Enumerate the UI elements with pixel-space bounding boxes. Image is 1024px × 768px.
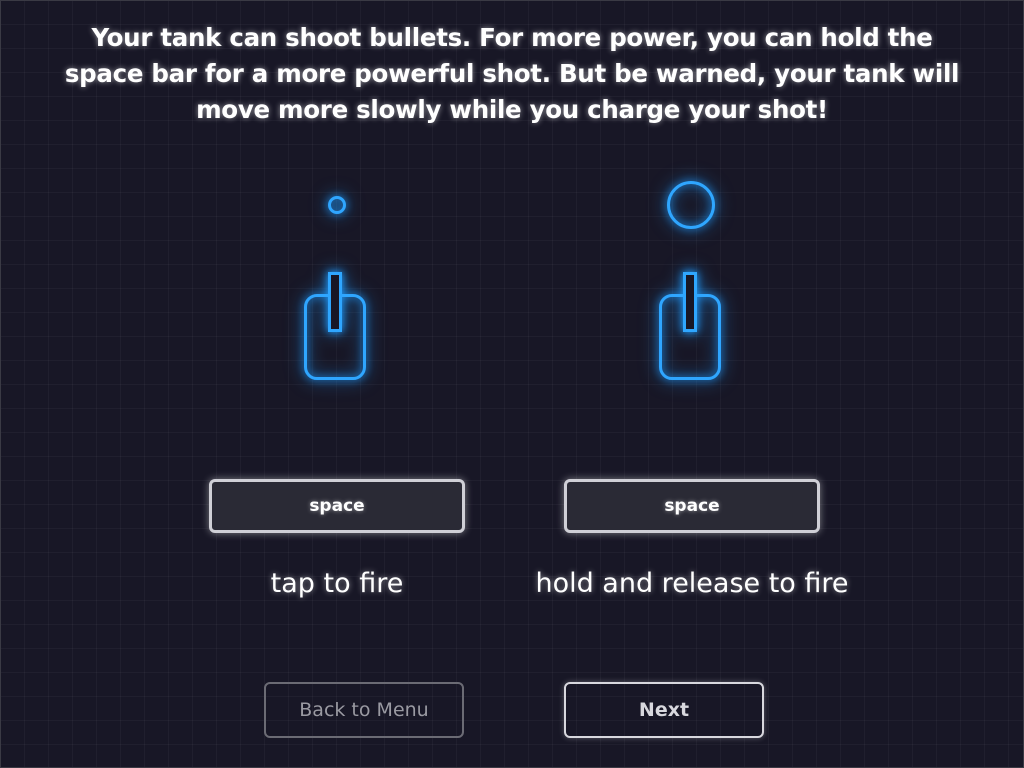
next-button[interactable]: Next bbox=[564, 682, 764, 738]
space-key-hold: space bbox=[564, 479, 820, 533]
small-bullet-icon bbox=[328, 196, 346, 214]
instructions-text: Your tank can shoot bullets. For more po… bbox=[64, 23, 960, 124]
caption-hold-and-release: hold and release to fire bbox=[535, 568, 849, 599]
large-bullet-icon bbox=[667, 181, 715, 229]
tank-icon bbox=[659, 272, 721, 382]
tank-barrel bbox=[328, 272, 342, 332]
tank-barrel bbox=[683, 272, 697, 332]
caption-tap-to-fire: tap to fire bbox=[270, 568, 404, 599]
tank-icon bbox=[304, 272, 366, 382]
space-key-tap: space bbox=[209, 479, 465, 533]
back-to-menu-button[interactable]: Back to Menu bbox=[264, 682, 464, 738]
